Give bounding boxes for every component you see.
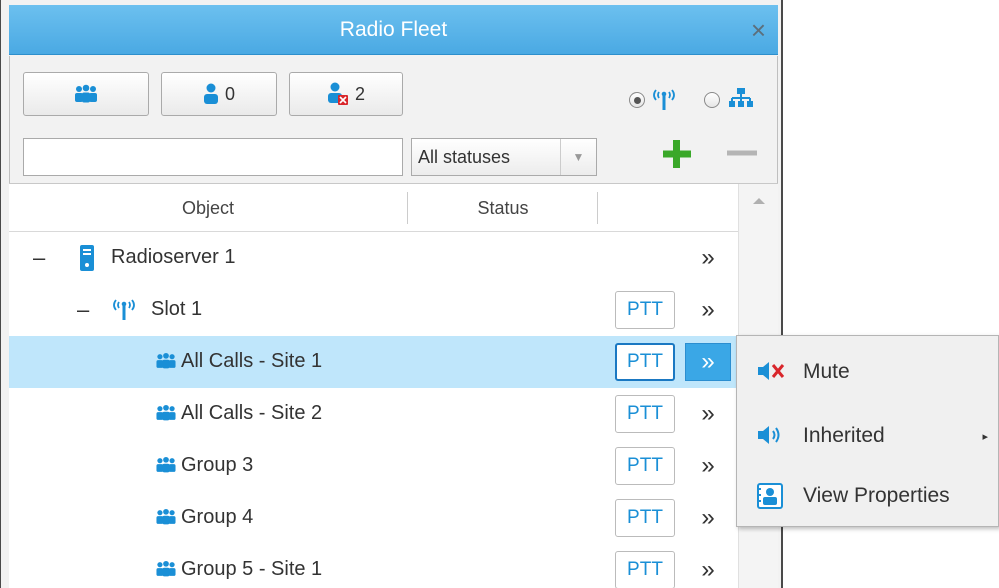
tree-row-label: Slot 1 [151, 298, 203, 320]
context-menu: Mute Inherited ▸ View Properties [736, 335, 999, 527]
users-filter-button[interactable]: 0 [161, 72, 277, 116]
tree-row-talkgroup[interactable]: Group 5 - Site 1 PTT » [9, 544, 738, 588]
tree-row-radioserver[interactable]: – Radioserver 1 » [9, 232, 738, 284]
chevron-down-icon: ▼ [560, 139, 596, 175]
hierarchy-view-icon [729, 88, 753, 107]
radio-view-option[interactable] [629, 92, 645, 108]
user-offline-icon [327, 82, 348, 105]
tree-row-label: Group 5 - Site 1 [181, 558, 323, 580]
radio-fleet-panel: Radio Fleet × 0 2 All statuses ▼ Object … [0, 0, 783, 588]
server-icon [80, 245, 94, 271]
collapse-toggle[interactable]: – [77, 297, 89, 323]
speaker-icon [758, 426, 780, 444]
ptt-button[interactable]: PTT [615, 395, 675, 433]
offline-users-count: 2 [354, 83, 365, 104]
status-filter-select[interactable]: All statuses ▼ [411, 138, 597, 176]
search-input[interactable] [23, 138, 403, 176]
tree-row-label: All Calls - Site 2 [181, 402, 323, 424]
user-icon [203, 83, 218, 104]
tree-row-label: Group 4 [181, 506, 254, 528]
menu-item-label: Inherited [803, 424, 885, 447]
group-icon [156, 560, 176, 577]
more-actions-button[interactable]: » [685, 343, 731, 381]
window-title: Radio Fleet [339, 18, 448, 41]
group-icon [156, 456, 176, 473]
column-header-object[interactable]: Object [9, 184, 407, 232]
plus-icon[interactable] [657, 134, 697, 174]
minus-icon[interactable] [721, 134, 761, 174]
tree-row-label: All Calls - Site 1 [181, 350, 323, 372]
tree-row-talkgroup[interactable]: All Calls - Site 2 PTT » [9, 388, 738, 440]
tree-header: Object Status [9, 184, 738, 232]
submenu-arrow-icon: ▸ [982, 430, 988, 443]
scroll-up-icon[interactable] [753, 198, 765, 204]
close-icon[interactable]: × [751, 13, 766, 47]
more-actions-button[interactable]: » [685, 291, 731, 329]
column-separator [407, 192, 408, 224]
ptt-button[interactable]: PTT [615, 499, 675, 537]
group-icon [156, 404, 176, 421]
group-icon [75, 84, 97, 103]
tree-row-talkgroup[interactable]: Group 3 PTT » [9, 440, 738, 492]
group-icon [156, 508, 176, 525]
menu-item-mute[interactable]: Mute [737, 344, 998, 400]
more-actions-button[interactable]: » [685, 499, 731, 537]
status-filter-value: All statuses [418, 146, 511, 167]
more-actions-button[interactable]: » [685, 447, 731, 485]
more-actions-button[interactable]: » [685, 551, 731, 588]
ptt-button[interactable]: PTT [615, 291, 675, 329]
tree-row-slot[interactable]: – Slot 1 PTT » [9, 284, 738, 336]
radio-view-icon [653, 89, 675, 110]
title-bar: Radio Fleet × [9, 5, 778, 55]
column-separator [597, 192, 598, 224]
properties-icon [757, 483, 783, 509]
more-actions-button[interactable]: » [685, 395, 731, 433]
more-actions-button[interactable]: » [685, 239, 731, 277]
hierarchy-view-option[interactable] [704, 92, 720, 108]
groups-filter-button[interactable] [23, 72, 149, 116]
ptt-button[interactable]: PTT [615, 447, 675, 485]
group-icon [156, 352, 176, 369]
menu-item-inherited[interactable]: Inherited ▸ [737, 408, 998, 464]
column-header-status[interactable]: Status [409, 184, 597, 232]
offline-users-filter-button[interactable]: 2 [289, 72, 403, 116]
tree-row-talkgroup[interactable]: All Calls - Site 1 PTT » [9, 336, 738, 388]
radio-slot-icon [113, 299, 135, 320]
tree-row-label: Group 3 [181, 454, 254, 476]
ptt-button[interactable]: PTT [615, 343, 675, 381]
collapse-toggle[interactable]: – [33, 245, 45, 271]
tree-row-label: Radioserver 1 [111, 246, 236, 268]
fleet-tree: Object Status – Radioserver 1 » – Slot 1… [9, 183, 778, 588]
tree-row-talkgroup[interactable]: Group 4 PTT » [9, 492, 738, 544]
menu-item-label: Mute [803, 360, 850, 383]
mute-icon [758, 362, 785, 380]
users-count: 0 [224, 83, 235, 104]
menu-item-view-properties[interactable]: View Properties [737, 468, 998, 524]
menu-item-label: View Properties [803, 484, 950, 507]
ptt-button[interactable]: PTT [615, 551, 675, 588]
